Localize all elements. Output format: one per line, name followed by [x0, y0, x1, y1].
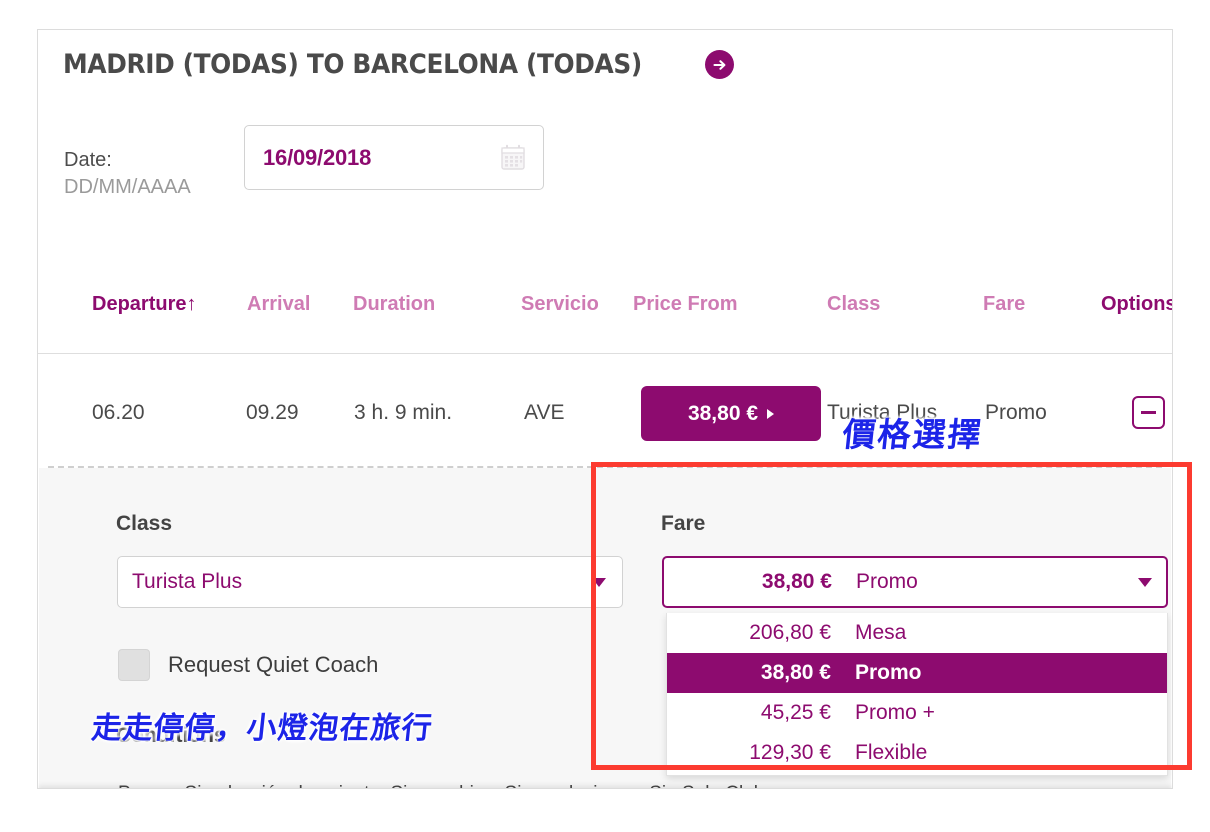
- date-input[interactable]: 16/09/2018: [244, 125, 544, 190]
- date-label: Date:: [64, 149, 112, 171]
- route-header: MADRID (TODAS) TO BARCELONA (TODAS): [63, 49, 735, 80]
- date-format-hint: DD/MM/AAAA: [64, 176, 191, 198]
- fare-option-price: 206,80 €: [749, 621, 831, 644]
- column-header-class[interactable]: Class: [827, 293, 880, 316]
- row-collapse-button[interactable]: [1132, 396, 1165, 429]
- fare-option[interactable]: 38,80 € Promo: [667, 653, 1167, 693]
- chevron-down-icon: [592, 577, 606, 587]
- class-select-value: Turista Plus: [132, 570, 243, 593]
- column-header-arrival[interactable]: Arrival: [247, 293, 310, 316]
- fare-select-price: 38,80 €: [761, 570, 832, 593]
- class-select[interactable]: Turista Plus: [117, 556, 623, 608]
- header-divider: [38, 353, 1172, 354]
- fare-option-name: Flexible: [855, 741, 928, 764]
- row-detail-separator: [48, 466, 1162, 468]
- minus-box-icon: [1141, 411, 1156, 414]
- date-row: Date: DD/MM/AAAA 16/09/2018: [64, 125, 544, 201]
- quiet-coach-label: Request Quiet Coach: [168, 652, 379, 677]
- sort-ascending-icon: ↑: [186, 293, 197, 315]
- fare-select-name: Promo: [856, 570, 918, 593]
- class-section-label: Class: [116, 512, 173, 535]
- fare-option-name: Mesa: [855, 621, 907, 644]
- fare-option-price: 45,25 €: [760, 701, 831, 724]
- row-arrival-time: 09.29: [246, 401, 299, 424]
- column-header-servicio[interactable]: Servicio: [521, 293, 599, 316]
- fare-option-name: Promo +: [855, 701, 935, 724]
- column-header-departure-label: Departure: [92, 293, 187, 315]
- date-label-group: Date: DD/MM/AAAA: [64, 125, 244, 201]
- fare-select[interactable]: 38,80 € Promo: [662, 556, 1168, 608]
- arrow-right-circle-icon[interactable]: [705, 50, 735, 79]
- row-servicio: AVE: [524, 401, 565, 424]
- fare-option[interactable]: 206,80 € Mesa: [667, 613, 1167, 653]
- page-title: MADRID (TODAS) TO BARCELONA (TODAS): [63, 49, 642, 80]
- row-duration: 3 h. 9 min.: [354, 401, 453, 424]
- column-header-duration[interactable]: Duration: [353, 293, 435, 316]
- fare-option[interactable]: 129,30 € Flexible: [667, 733, 1167, 773]
- row-fare: Promo: [985, 401, 1047, 424]
- search-results-card: MADRID (TODAS) TO BARCELONA (TODAS) Date…: [37, 29, 1173, 789]
- column-header-fare[interactable]: Fare: [983, 293, 1025, 316]
- date-value: 16/09/2018: [263, 144, 372, 170]
- row-departure-time: 06.20: [92, 401, 145, 424]
- column-header-departure[interactable]: Departure↑: [92, 293, 196, 316]
- quiet-coach-row[interactable]: Request Quiet Coach: [118, 649, 378, 681]
- fare-option-price: 38,80 €: [760, 661, 831, 684]
- chevron-right-icon: [767, 408, 775, 419]
- fare-option-name: Promo: [855, 661, 922, 684]
- fare-dropdown-list[interactable]: 206,80 € Mesa 38,80 € Promo 45,25 € Prom…: [666, 613, 1168, 776]
- handwritten-watermark-annotation: 走走停停，小燈泡在旅行: [89, 711, 435, 746]
- conditions-line: Promo: Sin elección de asiento. Sin camb…: [118, 783, 770, 788]
- calendar-icon[interactable]: [500, 144, 526, 171]
- column-header-options[interactable]: Options: [1101, 293, 1172, 316]
- chevron-down-icon: [1138, 577, 1152, 587]
- row-price-button[interactable]: 38,80 €: [641, 386, 821, 441]
- quiet-coach-checkbox[interactable]: [118, 649, 150, 681]
- fare-option-price: 129,30 €: [749, 741, 831, 764]
- handwritten-price-select-annotation: 價格選擇: [840, 415, 985, 454]
- column-header-price-from[interactable]: Price From: [633, 293, 737, 316]
- row-price-value: 38,80 €: [687, 401, 759, 425]
- fare-section-label: Fare: [661, 512, 706, 535]
- fare-option[interactable]: 45,25 € Promo +: [667, 693, 1167, 733]
